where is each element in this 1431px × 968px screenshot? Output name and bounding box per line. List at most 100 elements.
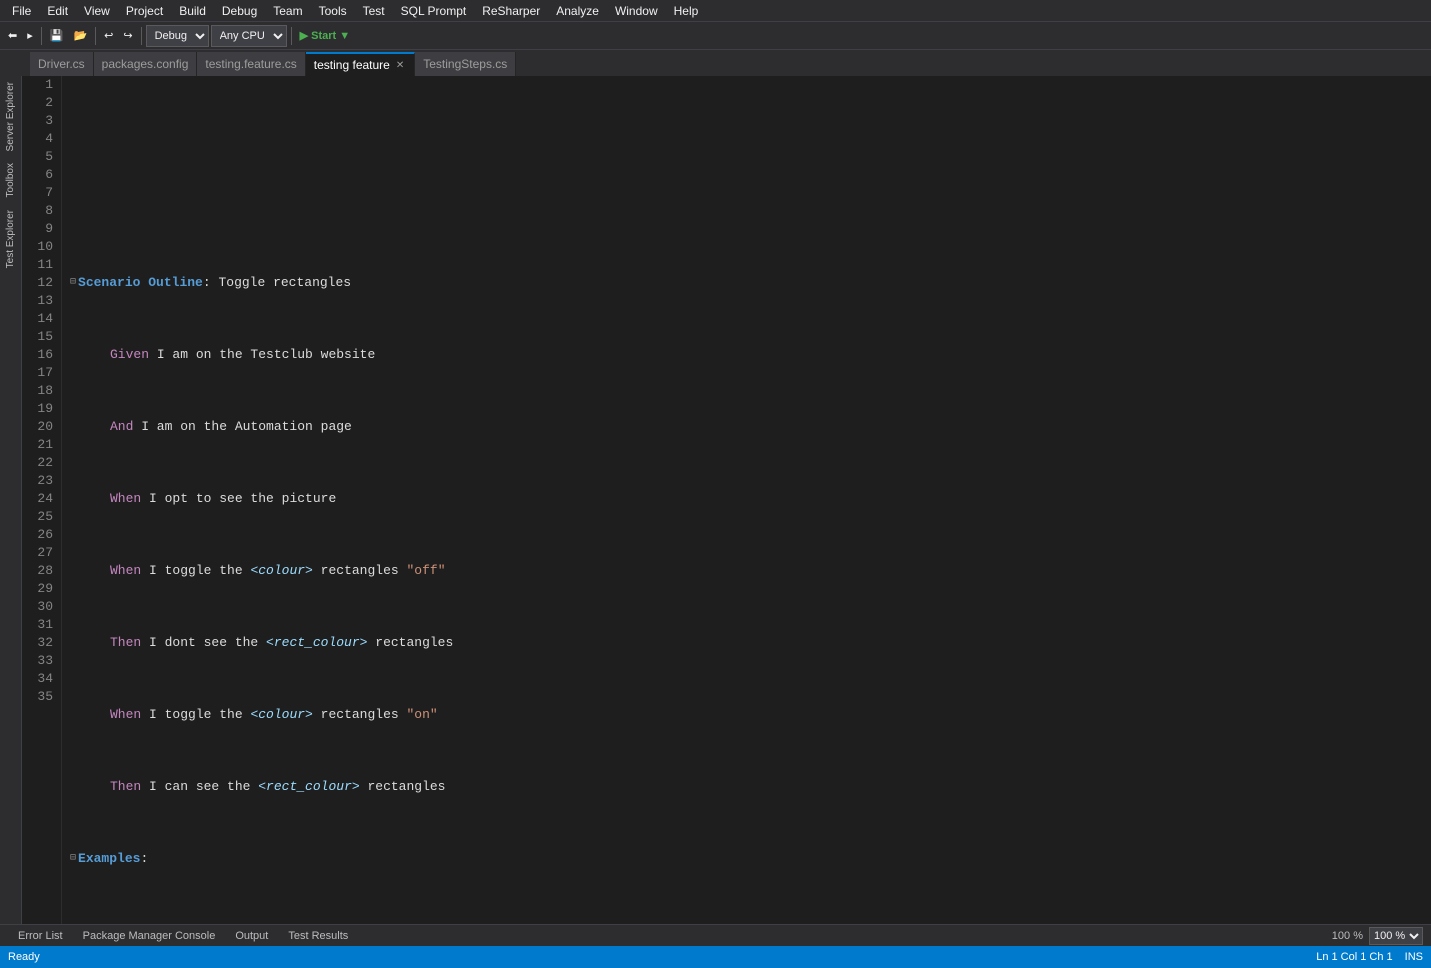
- start-button[interactable]: ▶ Start ▼: [296, 25, 355, 47]
- status-ln-col: Ln 1 Col 1 Ch 1: [1316, 951, 1392, 963]
- param-colour-9: <colour>: [250, 706, 312, 724]
- menu-resharper[interactable]: ReSharper: [474, 2, 548, 20]
- when-text-6: I opt to see the picture: [141, 490, 336, 508]
- editor-area[interactable]: 1 2 3 4 5 6 7 8 9 10 11 12 13 14 15 16 1…: [22, 76, 1431, 946]
- bottom-tab-output[interactable]: Output: [225, 928, 278, 944]
- status-ins: INS: [1405, 951, 1423, 963]
- kw-when-7: When: [110, 562, 141, 580]
- platform-dropdown[interactable]: Any CPU: [211, 25, 287, 47]
- line-num-3: 3: [26, 112, 53, 130]
- bottom-tab-package-manager[interactable]: Package Manager Console: [73, 928, 226, 944]
- tab-bar: Driver.cs packages.config testing.featur…: [0, 50, 1431, 76]
- toolbar-undo-btn[interactable]: ↩: [100, 25, 117, 47]
- kw-and-5: And: [110, 418, 133, 436]
- code-container: 1 2 3 4 5 6 7 8 9 10 11 12 13 14 15 16 1…: [22, 76, 1431, 946]
- side-panel: Server Explorer Toolbox Test Explorer: [0, 76, 22, 946]
- toolbar-open-btn[interactable]: 📂: [69, 25, 91, 47]
- toolbar-sep1: [41, 27, 42, 45]
- scenario-outline-title: : Toggle rectangles: [203, 274, 351, 292]
- debug-config-dropdown[interactable]: Debug: [146, 25, 209, 47]
- menu-view[interactable]: View: [76, 2, 118, 20]
- code-line-10: Then I can see the <rect_colour> rectang…: [70, 778, 1423, 796]
- line-num-33: 33: [26, 652, 53, 670]
- kw-given-4: Given: [110, 346, 149, 364]
- menu-analyze[interactable]: Analyze: [548, 2, 607, 20]
- menu-edit[interactable]: Edit: [39, 2, 76, 20]
- code-line-8: Then I dont see the <rect_colour> rectan…: [70, 634, 1423, 652]
- line-numbers: 1 2 3 4 5 6 7 8 9 10 11 12 13 14 15 16 1…: [22, 76, 62, 946]
- bottom-tab-error-list[interactable]: Error List: [8, 928, 73, 944]
- status-left: Ready: [8, 951, 40, 963]
- code-line-9: When I toggle the <colour> rectangles "o…: [70, 706, 1423, 724]
- menu-project[interactable]: Project: [118, 2, 171, 20]
- tab-testing-feature-cs[interactable]: testing.feature.cs: [197, 52, 305, 76]
- toolbox-label[interactable]: Toolbox: [5, 157, 16, 203]
- examples-colon-11: :: [140, 850, 148, 868]
- toolbar-forward-btn[interactable]: ▸: [23, 25, 37, 47]
- kw-when-9: When: [110, 706, 141, 724]
- line-num-16: 16: [26, 346, 53, 364]
- when-text-9a: I toggle the: [141, 706, 250, 724]
- zoom-dropdown[interactable]: 100 %: [1369, 927, 1423, 945]
- toolbar-sep4: [291, 27, 292, 45]
- collapse-btn-11[interactable]: ⊟: [70, 850, 76, 868]
- menu-team[interactable]: Team: [265, 2, 310, 20]
- tab-packages-config[interactable]: packages.config: [94, 52, 198, 76]
- when-text-9b: rectangles: [313, 706, 407, 724]
- menu-debug[interactable]: Debug: [214, 2, 265, 20]
- menu-build[interactable]: Build: [171, 2, 214, 20]
- line-num-25: 25: [26, 508, 53, 526]
- tab-testing-feature-cs-label: testing.feature.cs: [205, 57, 296, 71]
- then-text-10a: I can see the: [141, 778, 258, 796]
- line-num-1: 1: [26, 76, 53, 94]
- tab-driver-cs[interactable]: Driver.cs: [30, 52, 94, 76]
- test-explorer-label[interactable]: Test Explorer: [5, 204, 16, 274]
- toolbar-sep2: [95, 27, 96, 45]
- then-text-8b: rectangles: [367, 634, 453, 652]
- then-text-8a: I dont see the: [141, 634, 266, 652]
- toolbar-back-btn[interactable]: ⬅: [4, 25, 21, 47]
- line-num-26: 26: [26, 526, 53, 544]
- line-num-11: 11: [26, 256, 53, 274]
- param-rect-colour-10: <rect_colour>: [258, 778, 359, 796]
- line-num-29: 29: [26, 580, 53, 598]
- bottom-tab-test-results[interactable]: Test Results: [278, 928, 358, 944]
- menu-sql-prompt[interactable]: SQL Prompt: [393, 2, 475, 20]
- line-num-27: 27: [26, 544, 53, 562]
- toolbar-sep3: [141, 27, 142, 45]
- line-num-18: 18: [26, 382, 53, 400]
- kw-when-6: When: [110, 490, 141, 508]
- param-rect-colour-8: <rect_colour>: [266, 634, 367, 652]
- line-num-34: 34: [26, 670, 53, 688]
- tab-testing-feature-close[interactable]: ✕: [394, 59, 406, 72]
- when-text-7b: rectangles: [313, 562, 407, 580]
- line-num-14: 14: [26, 310, 53, 328]
- status-right: Ln 1 Col 1 Ch 1 INS: [1316, 951, 1423, 963]
- line-num-8: 8: [26, 202, 53, 220]
- main-layout: Server Explorer Toolbox Test Explorer 1 …: [0, 76, 1431, 946]
- tab-testing-steps-cs[interactable]: TestingSteps.cs: [415, 52, 516, 76]
- menu-file[interactable]: File: [4, 2, 39, 20]
- tab-testing-feature[interactable]: testing feature ✕: [306, 52, 415, 76]
- menu-window[interactable]: Window: [607, 2, 666, 20]
- code-line-7: When I toggle the <colour> rectangles "o…: [70, 562, 1423, 580]
- toolbar-save-btn[interactable]: 💾: [46, 25, 68, 47]
- string-on-9: "on": [406, 706, 437, 724]
- toolbar-redo-btn[interactable]: ↪: [119, 25, 136, 47]
- line-num-35: 35: [26, 688, 53, 706]
- kw-then-8: Then: [110, 634, 141, 652]
- server-explorer-label[interactable]: Server Explorer: [5, 76, 16, 157]
- line-num-23: 23: [26, 472, 53, 490]
- zoom-level: 100 %: [1332, 930, 1363, 942]
- menu-help[interactable]: Help: [666, 2, 707, 20]
- line-num-15: 15: [26, 328, 53, 346]
- tab-packages-config-label: packages.config: [102, 57, 189, 71]
- line-num-17: 17: [26, 364, 53, 382]
- menu-tools[interactable]: Tools: [311, 2, 355, 20]
- tab-testing-steps-cs-label: TestingSteps.cs: [423, 57, 507, 71]
- menu-test[interactable]: Test: [355, 2, 393, 20]
- collapse-btn-3[interactable]: ⊟: [70, 274, 76, 292]
- menu-bar: File Edit View Project Build Debug Team …: [0, 0, 1431, 22]
- param-colour-7: <colour>: [250, 562, 312, 580]
- line-num-6: 6: [26, 166, 53, 184]
